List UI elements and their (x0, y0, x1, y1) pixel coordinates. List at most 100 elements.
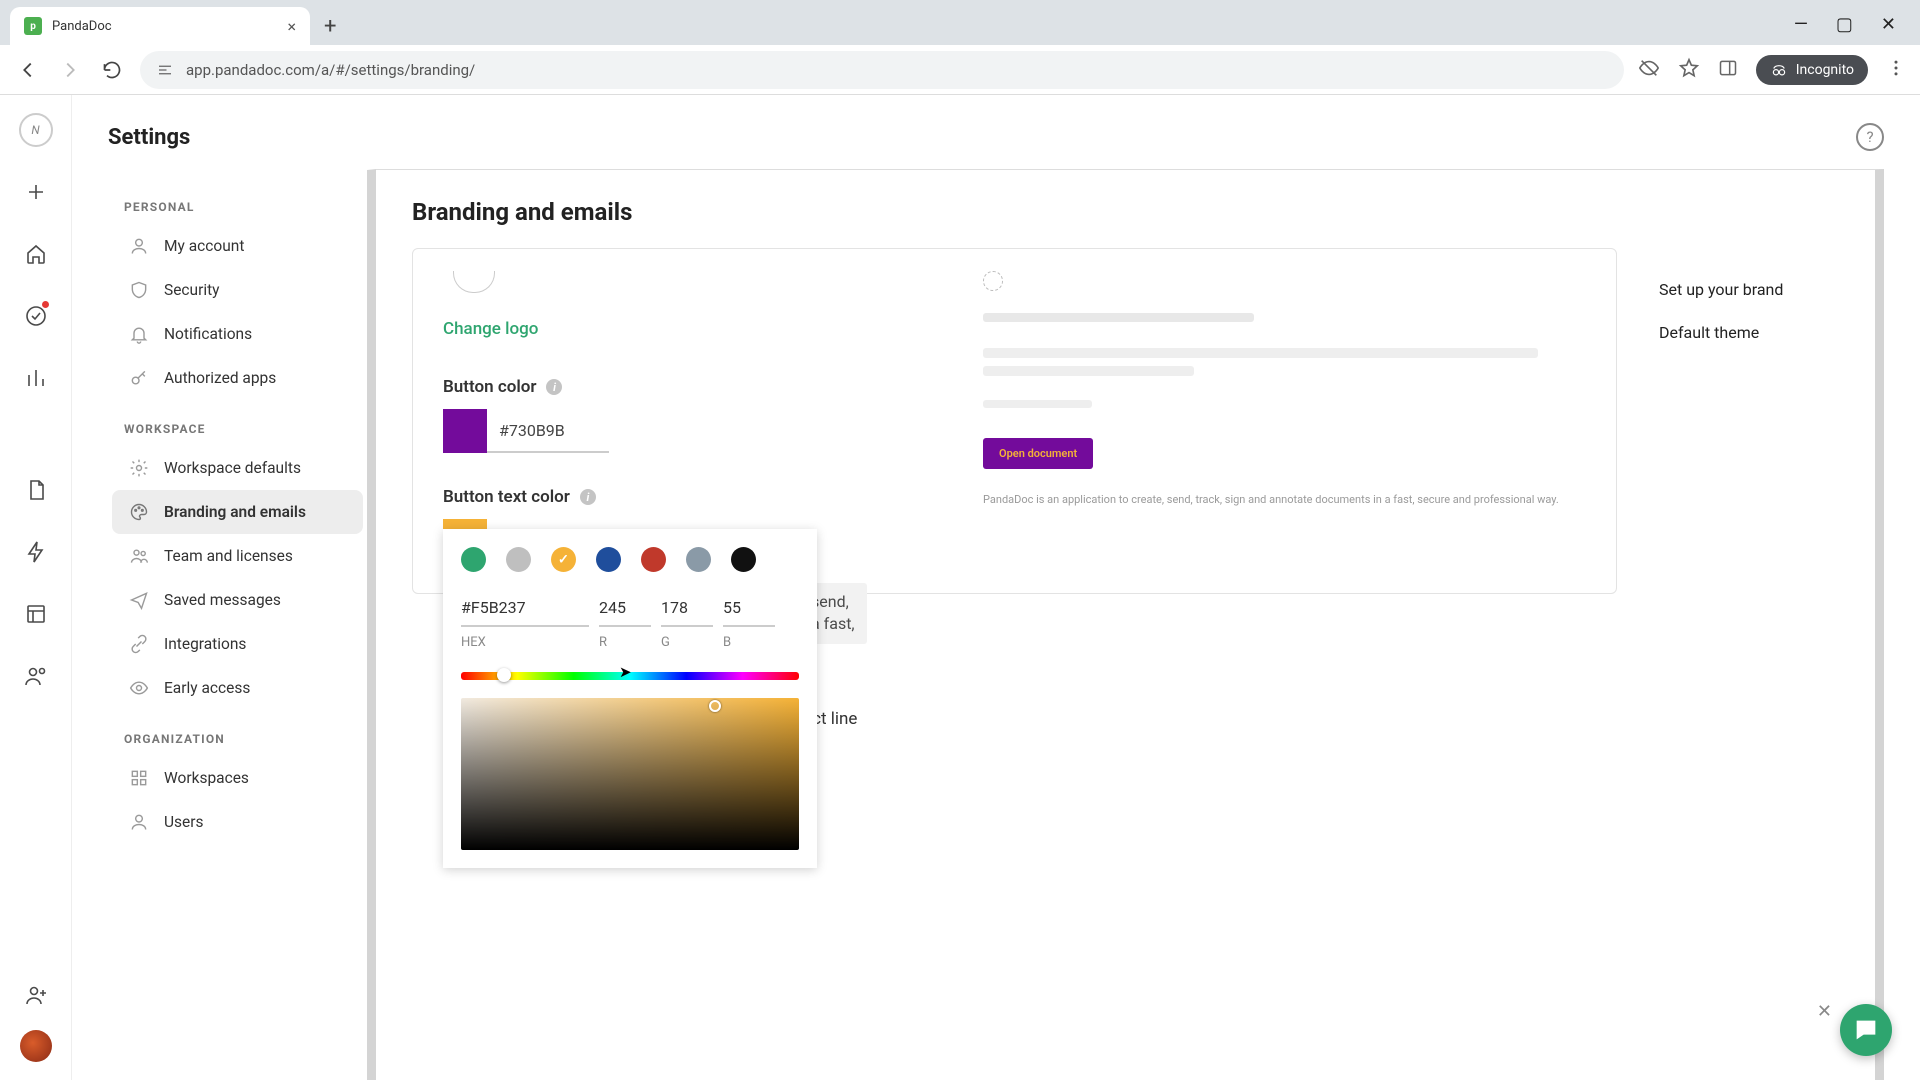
nav-reload-icon[interactable] (98, 56, 126, 84)
app-left-rail: N (0, 95, 72, 1080)
sidebar-item-saved[interactable]: Saved messages (112, 578, 363, 622)
url-text: app.pandadoc.com/a/#/settings/branding/ (186, 61, 475, 79)
rail-activity-icon[interactable] (19, 299, 53, 333)
main-panel: Branding and emails Change logo Button c… (376, 169, 1884, 1080)
field-label-text: Button color (443, 377, 536, 397)
sidebar-item-label: Saved messages (164, 591, 281, 609)
extensions-eye-icon[interactable] (1638, 57, 1660, 83)
tab-close-icon[interactable]: × (287, 17, 296, 36)
button-color-input[interactable] (443, 409, 923, 453)
sidebar-item-users[interactable]: Users (112, 800, 363, 844)
preset-color-swatch[interactable] (506, 547, 531, 572)
preview-skeleton-line (983, 366, 1194, 376)
r-input[interactable] (599, 594, 651, 627)
shield-icon (128, 279, 150, 301)
url-bar[interactable]: app.pandadoc.com/a/#/settings/branding/ (140, 51, 1624, 89)
sidebar-item-workspaces[interactable]: Workspaces (112, 756, 363, 800)
branding-card: Change logo Button color i Button text c… (412, 248, 1617, 594)
site-settings-icon[interactable] (156, 61, 174, 79)
sidebar-item-label: Workspaces (164, 769, 249, 787)
info-icon[interactable]: i (580, 489, 596, 505)
section-personal: PERSONAL (108, 194, 367, 224)
right-nav: Set up your brand Default theme (1645, 248, 1875, 594)
right-nav-link-theme[interactable]: Default theme (1659, 323, 1875, 342)
preset-color-swatch[interactable] (461, 547, 486, 572)
preset-color-swatch[interactable] (686, 547, 711, 572)
grid-icon (128, 767, 150, 789)
incognito-badge[interactable]: Incognito (1756, 55, 1868, 85)
sidebar-item-team[interactable]: Team and licenses (112, 534, 363, 578)
workspace-avatar-icon[interactable]: N (19, 113, 53, 147)
eye-icon (128, 677, 150, 699)
button-color-value[interactable] (487, 409, 609, 453)
sidebar-item-early[interactable]: Early access (112, 666, 363, 710)
incognito-icon (1770, 61, 1788, 79)
sidebar-item-label: Team and licenses (164, 547, 293, 565)
hex-input[interactable] (461, 594, 589, 627)
rail-user-avatar[interactable] (20, 1030, 52, 1062)
info-icon[interactable]: i (546, 379, 562, 395)
settings-sidebar: PERSONAL My account Security Notificatio… (108, 169, 376, 1080)
preset-color-swatch[interactable] (731, 547, 756, 572)
button-text-color-label: Button text color i (443, 487, 923, 507)
sidepanel-icon[interactable] (1718, 58, 1738, 82)
hue-slider[interactable]: ➤ (461, 672, 799, 680)
rail-new-icon[interactable] (19, 175, 53, 209)
window-maximize-icon[interactable]: ▢ (1836, 14, 1853, 35)
satval-thumb-icon[interactable] (709, 700, 721, 712)
preview-skeleton-line (983, 313, 1254, 322)
bookmark-star-icon[interactable] (1678, 57, 1700, 83)
preview-skeleton-line (983, 400, 1092, 408)
main-title: Branding and emails (412, 198, 1875, 226)
sidebar-item-notifications[interactable]: Notifications (112, 312, 363, 356)
rail-contacts-icon[interactable] (19, 659, 53, 693)
fab-close-icon[interactable]: ✕ (1817, 1001, 1832, 1022)
saturation-value-canvas[interactable] (461, 698, 799, 850)
window-close-icon[interactable]: ✕ (1881, 14, 1896, 35)
rail-templates-icon[interactable] (19, 597, 53, 631)
browser-toolbar: app.pandadoc.com/a/#/settings/branding/ … (0, 45, 1920, 95)
rail-documents-icon[interactable] (19, 473, 53, 507)
b-input[interactable] (723, 594, 775, 627)
sidebar-item-label: Early access (164, 679, 250, 697)
hue-thumb-icon[interactable] (497, 668, 511, 682)
right-nav-link-brand[interactable]: Set up your brand (1659, 280, 1875, 299)
preset-color-swatch[interactable] (596, 547, 621, 572)
g-input[interactable] (661, 594, 713, 627)
g-label: G (661, 635, 713, 650)
rail-invite-icon[interactable] (19, 978, 53, 1012)
nav-back-icon[interactable] (14, 56, 42, 84)
sidebar-item-branding[interactable]: Branding and emails (112, 490, 363, 534)
window-controls: — ▢ ✕ (1794, 14, 1920, 45)
sidebar-item-account[interactable]: My account (112, 224, 363, 268)
preset-color-swatch[interactable] (551, 547, 576, 572)
incognito-label: Incognito (1796, 62, 1854, 78)
preview-open-button[interactable]: Open document (983, 438, 1093, 469)
rail-quick-icon[interactable] (19, 535, 53, 569)
rail-reports-icon[interactable] (19, 361, 53, 395)
bell-icon (128, 323, 150, 345)
help-icon[interactable]: ? (1856, 123, 1884, 151)
change-logo-button[interactable]: Change logo (443, 315, 538, 343)
send-icon (128, 589, 150, 611)
page-header: Settings ? (72, 95, 1920, 169)
preset-color-swatch[interactable] (641, 547, 666, 572)
sidebar-item-integrations[interactable]: Integrations (112, 622, 363, 666)
button-color-swatch[interactable] (443, 409, 487, 453)
sidebar-item-label: Integrations (164, 635, 246, 653)
sidebar-item-defaults[interactable]: Workspace defaults (112, 446, 363, 490)
sidebar-item-security[interactable]: Security (112, 268, 363, 312)
palette-icon (128, 501, 150, 523)
browser-tab[interactable]: p PandaDoc × (10, 7, 310, 45)
chat-fab-button[interactable] (1840, 1004, 1892, 1056)
hex-label: HEX (461, 635, 589, 650)
sidebar-item-apps[interactable]: Authorized apps (112, 356, 363, 400)
rail-home-icon[interactable] (19, 237, 53, 271)
window-minimize-icon[interactable]: — (1794, 14, 1808, 35)
new-tab-button[interactable]: + (310, 14, 350, 39)
logo-placeholder-icon (453, 271, 495, 293)
tab-title: PandaDoc (52, 19, 277, 34)
sidebar-item-label: Users (164, 813, 204, 831)
kebab-menu-icon[interactable] (1886, 58, 1906, 82)
link-icon (128, 633, 150, 655)
